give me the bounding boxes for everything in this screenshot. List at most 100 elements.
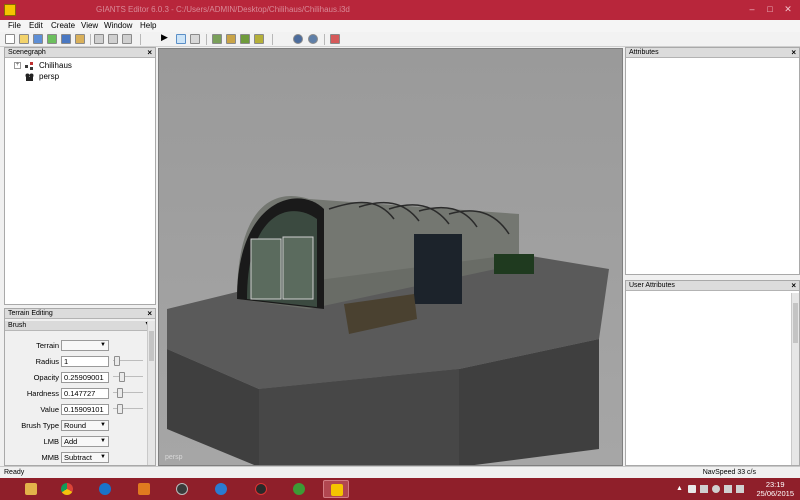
redo-icon[interactable] — [108, 34, 118, 44]
slider-thumb[interactable] — [114, 356, 120, 366]
menu-view[interactable]: View — [81, 21, 98, 30]
media-button[interactable] — [169, 480, 195, 498]
brush-section-header[interactable]: Brush ▼ — [5, 321, 155, 331]
attributes-title: Attributes — [629, 49, 659, 56]
lmb-label: LMB — [43, 437, 59, 446]
nav-speed-text: NavSpeed 33 c/s — [702, 469, 756, 476]
status-text: Ready — [4, 469, 25, 476]
foliage-icon[interactable] — [240, 34, 250, 44]
scrollbar-thumb[interactable] — [793, 303, 798, 343]
keyboard-icon[interactable] — [736, 485, 744, 493]
volume-icon[interactable] — [724, 485, 732, 493]
scenegraph-panel: Scenegraph × + Chilihaus persp — [4, 47, 156, 305]
archive-button[interactable] — [131, 480, 157, 498]
move-icon[interactable] — [190, 34, 200, 44]
menu-edit[interactable]: Edit — [29, 21, 43, 30]
play-icon[interactable]: ▶ — [160, 32, 170, 44]
teamviewer-icon — [99, 483, 111, 495]
hardness-label: Hardness — [26, 389, 59, 398]
menu-create[interactable]: Create — [51, 21, 75, 30]
expand-icon[interactable]: + — [14, 62, 21, 69]
close-icon[interactable]: × — [791, 281, 796, 290]
value-slider[interactable] — [113, 404, 143, 414]
radius-slider[interactable] — [113, 356, 143, 366]
radius-input[interactable]: 1 — [61, 356, 109, 367]
terrain-label: Terrain — [36, 341, 59, 350]
close-window-icon[interactable]: ✕ — [780, 2, 796, 16]
user-attributes-header: User Attributes × — [626, 281, 799, 291]
clock-time: 23:19 — [765, 480, 785, 489]
globe-button[interactable] — [208, 480, 234, 498]
light-icon[interactable] — [308, 34, 318, 44]
tray-expand-icon[interactable]: ▲ — [676, 485, 684, 493]
new-icon[interactable] — [5, 34, 15, 44]
action-center-icon[interactable] — [688, 485, 696, 493]
close-icon[interactable]: × — [791, 48, 796, 57]
brush-icon[interactable] — [254, 34, 264, 44]
mmb-select[interactable]: Subtract ▼ — [61, 452, 109, 463]
attributes-panel: Attributes × — [625, 47, 800, 275]
explorer-icon — [25, 483, 37, 495]
import-icon[interactable] — [75, 34, 85, 44]
cut-icon[interactable] — [122, 34, 132, 44]
teamviewer-button[interactable] — [92, 480, 118, 498]
3d-viewport[interactable]: persp — [158, 48, 623, 466]
paint-icon[interactable] — [226, 34, 236, 44]
user-attributes-scrollbar[interactable] — [791, 293, 799, 465]
clock[interactable]: 23:19 25/06/2015 — [756, 480, 794, 498]
xbox-button[interactable] — [286, 480, 312, 498]
render-icon[interactable] — [330, 34, 340, 44]
save-all-icon[interactable] — [61, 34, 71, 44]
opacity-input[interactable]: 0.25909001 — [61, 372, 109, 383]
tree-item-label: persp — [39, 72, 60, 81]
taskbar: ▲ 23:19 25/06/2015 — [0, 478, 800, 500]
refresh-icon[interactable] — [47, 34, 57, 44]
antivirus-icon — [255, 483, 267, 495]
slider-thumb[interactable] — [117, 404, 123, 414]
open-icon[interactable] — [19, 34, 29, 44]
antivirus-button[interactable] — [248, 480, 274, 498]
terrain-select[interactable]: ▼ — [61, 340, 109, 351]
save-icon[interactable] — [33, 34, 43, 44]
scrollbar-thumb[interactable] — [149, 331, 154, 361]
settings-icon[interactable] — [293, 34, 303, 44]
giants-editor-button[interactable] — [323, 480, 349, 498]
archive-icon — [138, 483, 150, 495]
close-icon[interactable]: × — [147, 48, 152, 57]
minimize-icon[interactable]: – — [744, 2, 760, 16]
close-icon[interactable]: × — [147, 309, 152, 318]
app-icon — [4, 4, 16, 16]
brush-type-select[interactable]: Round ▼ — [61, 420, 109, 431]
opacity-label: Opacity — [33, 373, 59, 382]
battery-icon[interactable] — [700, 485, 708, 493]
transform-group-icon — [25, 62, 34, 70]
chrome-icon — [61, 483, 73, 495]
terrain-editing-header: Terrain Editing × — [5, 309, 155, 319]
maximize-icon[interactable]: □ — [762, 2, 778, 16]
opacity-slider[interactable] — [113, 372, 143, 382]
menu-window[interactable]: Window — [104, 21, 132, 30]
tree-item-label: Chilihaus — [39, 61, 72, 70]
dropdown-arrow-icon: ▼ — [100, 438, 106, 444]
scenegraph-title: Scenegraph — [8, 49, 46, 56]
terrain-icon[interactable] — [212, 34, 222, 44]
hardness-input[interactable]: 0.147727 — [61, 388, 109, 399]
slider-thumb[interactable] — [117, 388, 123, 398]
explorer-button[interactable] — [18, 480, 44, 498]
slider-thumb[interactable] — [119, 372, 125, 382]
select-icon[interactable] — [176, 34, 186, 44]
value-input[interactable]: 0.15909101 — [61, 404, 109, 415]
terrain-panel-scrollbar[interactable] — [147, 321, 155, 465]
hardness-slider[interactable] — [113, 388, 143, 398]
network-icon[interactable] — [712, 485, 720, 493]
menu-file[interactable]: File — [8, 21, 21, 30]
dropdown-arrow-icon: ▼ — [100, 342, 106, 348]
viewport-camera-label: persp — [165, 454, 183, 461]
lmb-select[interactable]: Add ▼ — [61, 436, 109, 447]
user-attributes-title: User Attributes — [629, 282, 675, 289]
menu-help[interactable]: Help — [140, 21, 156, 30]
chrome-button[interactable] — [54, 480, 80, 498]
brush-section-title: Brush — [8, 322, 27, 329]
dropdown-arrow-icon: ▼ — [100, 454, 106, 460]
undo-icon[interactable] — [94, 34, 104, 44]
